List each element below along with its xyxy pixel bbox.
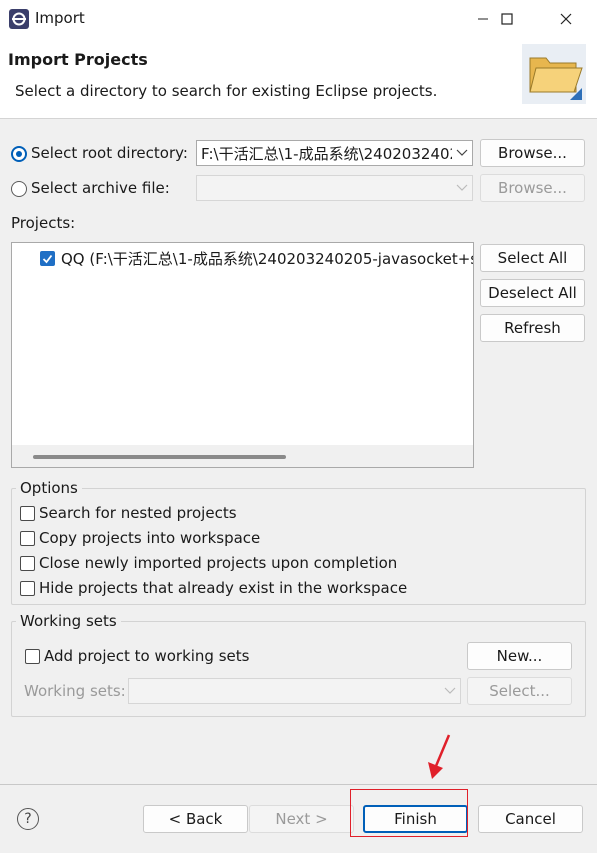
scrollbar-thumb[interactable] bbox=[33, 455, 286, 459]
select-all-button[interactable]: Select All bbox=[480, 244, 585, 272]
checkmark-icon bbox=[42, 254, 53, 264]
page-title: Import Projects bbox=[8, 50, 148, 69]
projects-list[interactable]: QQ (F:\干活汇总\1-成品系统\240203240205-javasock… bbox=[11, 242, 474, 468]
close-projects-label: Close newly imported projects upon compl… bbox=[39, 554, 398, 572]
archive-file-label: Select archive file: bbox=[31, 179, 170, 197]
chevron-down-icon[interactable] bbox=[452, 176, 472, 200]
maximize-button[interactable] bbox=[484, 0, 530, 38]
copy-projects-checkbox[interactable] bbox=[20, 531, 35, 546]
root-directory-combo[interactable]: F:\干活汇总\1-成品系统\240203240205 bbox=[196, 140, 473, 166]
footer-separator bbox=[0, 784, 597, 785]
close-button[interactable] bbox=[543, 0, 589, 38]
archive-file-combo[interactable] bbox=[196, 175, 473, 201]
folder-import-icon bbox=[522, 44, 586, 104]
projects-label: Projects: bbox=[11, 214, 76, 232]
page-description: Select a directory to search for existin… bbox=[15, 82, 438, 100]
next-button[interactable]: Next > bbox=[249, 805, 354, 833]
close-projects-checkbox[interactable] bbox=[20, 556, 35, 571]
working-sets-title: Working sets bbox=[16, 612, 121, 630]
chevron-down-icon[interactable] bbox=[440, 679, 460, 703]
annotation-arrow-icon bbox=[428, 734, 451, 779]
root-directory-label: Select root directory: bbox=[31, 144, 188, 162]
help-icon[interactable]: ? bbox=[17, 808, 39, 830]
hide-existing-label: Hide projects that already exist in the … bbox=[39, 579, 408, 597]
project-checkbox[interactable] bbox=[40, 251, 55, 266]
nested-projects-checkbox[interactable] bbox=[20, 506, 35, 521]
archive-file-radio[interactable] bbox=[11, 181, 27, 197]
root-browse-button[interactable]: Browse... bbox=[480, 139, 585, 167]
select-working-set-button[interactable]: Select... bbox=[467, 677, 572, 705]
back-button[interactable]: < Back bbox=[143, 805, 248, 833]
root-directory-value: F:\干活汇总\1-成品系统\240203240205 bbox=[201, 144, 452, 163]
archive-browse-button[interactable]: Browse... bbox=[480, 174, 585, 202]
window-title: Import bbox=[35, 9, 85, 27]
horizontal-scrollbar[interactable] bbox=[12, 445, 473, 467]
chevron-down-icon[interactable] bbox=[452, 141, 472, 165]
options-title: Options bbox=[16, 479, 82, 497]
root-directory-radio[interactable] bbox=[11, 146, 27, 162]
working-sets-label: Working sets: bbox=[24, 682, 126, 700]
new-working-set-button[interactable]: New... bbox=[467, 642, 572, 670]
cancel-button[interactable]: Cancel bbox=[478, 805, 583, 833]
working-sets-combo[interactable] bbox=[128, 678, 461, 704]
hide-existing-checkbox[interactable] bbox=[20, 581, 35, 596]
add-working-sets-label: Add project to working sets bbox=[44, 647, 250, 665]
deselect-all-button[interactable]: Deselect All bbox=[480, 279, 585, 307]
add-working-sets-checkbox[interactable] bbox=[25, 649, 40, 664]
refresh-button[interactable]: Refresh bbox=[480, 314, 585, 342]
nested-projects-label: Search for nested projects bbox=[39, 504, 237, 522]
eclipse-app-icon bbox=[9, 9, 29, 29]
copy-projects-label: Copy projects into workspace bbox=[39, 529, 261, 547]
annotation-highlight-box bbox=[350, 789, 468, 837]
close-icon bbox=[560, 13, 572, 25]
maximize-icon bbox=[501, 13, 513, 25]
project-item-label: QQ (F:\干活汇总\1-成品系统\240203240205-javasock… bbox=[61, 250, 474, 268]
